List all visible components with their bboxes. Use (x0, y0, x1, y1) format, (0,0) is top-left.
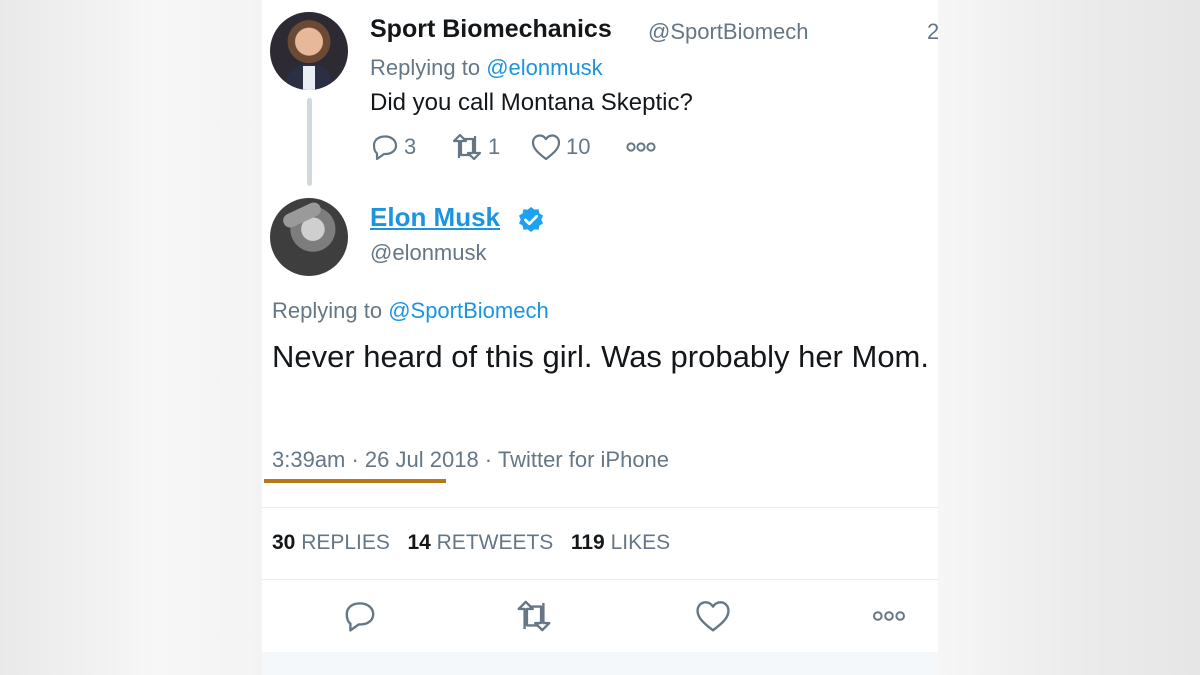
reply-icon (370, 132, 400, 162)
engagement-stats: 30 REPLIES 14 RETWEETS 119 LIKES (272, 531, 670, 555)
parent-tweet-text: Did you call Montana Skeptic? (370, 89, 693, 116)
like-icon (694, 601, 732, 638)
tweet-text: Never heard of this girl. Was probably h… (272, 339, 929, 374)
reply-button[interactable] (342, 598, 378, 636)
more-icon (624, 132, 658, 162)
parent-reply-button[interactable]: 3 (370, 131, 416, 163)
parent-like-count: 10 (566, 134, 591, 159)
elonmusk-avatar[interactable] (270, 198, 348, 276)
background-left (0, 0, 262, 675)
thread-line (307, 98, 312, 186)
tweet-card: Sport Biomechanics @SportBiomech 2 Reply… (262, 0, 938, 675)
sportbiomech-avatar[interactable] (270, 12, 348, 90)
divider (262, 579, 938, 580)
retweets-stat[interactable]: 14 RETWEETS (407, 531, 553, 554)
parent-author-name[interactable]: Sport Biomechanics (370, 15, 612, 44)
highlight-underline (264, 479, 446, 483)
parent-like-button[interactable]: 10 (530, 131, 590, 163)
replying-prefix: Replying to (370, 55, 487, 80)
more-icon (870, 611, 908, 638)
likes-count: 119 (570, 531, 605, 554)
retweet-icon (450, 132, 484, 162)
more-button[interactable] (870, 598, 908, 636)
like-button[interactable] (694, 598, 732, 636)
replying-to-link[interactable]: @SportBiomech (388, 298, 549, 323)
parent-retweet-count: 1 (488, 134, 501, 159)
retweet-button[interactable] (514, 598, 554, 636)
divider (262, 507, 938, 508)
author-handle[interactable]: @elonmusk (370, 240, 487, 266)
parent-reply-count: 3 (404, 134, 417, 159)
parent-timestamp[interactable]: 2 (927, 19, 938, 45)
retweet-icon (514, 600, 554, 638)
likes-label: LIKES (610, 531, 671, 554)
avatar-arm (280, 200, 324, 230)
retweets-count: 14 (407, 531, 431, 554)
reply-icon (342, 602, 378, 638)
avatar-collar (303, 66, 315, 90)
author-name[interactable]: Elon Musk (370, 202, 500, 233)
parent-replying-to: Replying to @elonmusk (370, 55, 603, 81)
parent-retweet-button[interactable]: 1 (450, 131, 500, 163)
replying-to-link[interactable]: @elonmusk (486, 55, 603, 80)
tweet-timestamp[interactable]: 3:39am · 26 Jul 2018 · Twitter for iPhon… (272, 447, 669, 473)
replies-count: 30 (272, 531, 296, 554)
bottom-band (262, 652, 938, 675)
background-right (938, 0, 1200, 675)
retweets-label: RETWEETS (436, 531, 554, 554)
parent-author-handle[interactable]: @SportBiomech (648, 19, 809, 45)
replies-label: REPLIES (301, 531, 390, 554)
replies-stat[interactable]: 30 REPLIES (272, 531, 390, 554)
like-icon (530, 132, 562, 162)
parent-more-button[interactable] (624, 131, 658, 163)
verified-badge-icon (516, 205, 546, 235)
replying-prefix: Replying to (272, 298, 389, 323)
likes-stat[interactable]: 119 LIKES (571, 531, 670, 554)
replying-to: Replying to @SportBiomech (272, 298, 549, 324)
